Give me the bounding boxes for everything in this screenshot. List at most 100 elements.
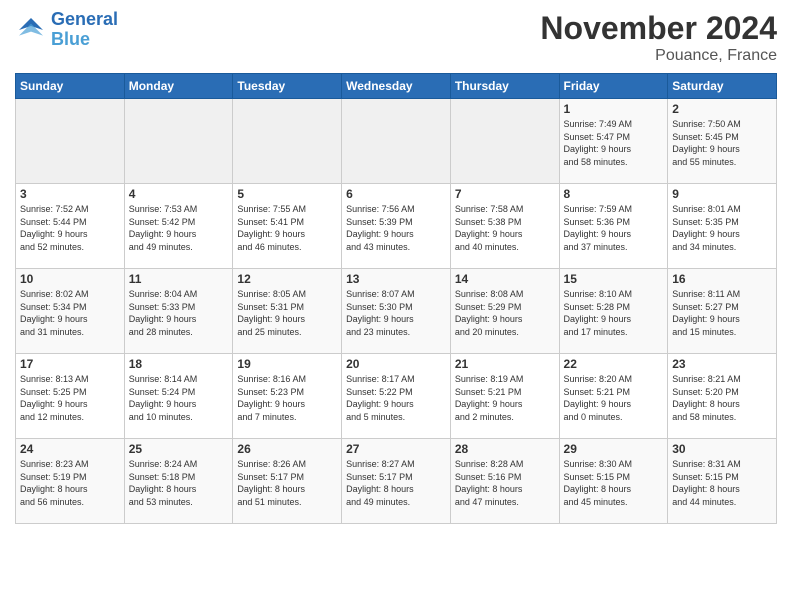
day-info: Sunrise: 8:19 AM Sunset: 5:21 PM Dayligh… [455,373,555,423]
day-info: Sunrise: 7:50 AM Sunset: 5:45 PM Dayligh… [672,118,772,168]
location: Pouance, France [540,47,777,65]
day-number: 23 [672,357,772,371]
day-number: 24 [20,442,120,456]
calendar-cell: 4 Sunrise: 7:53 AM Sunset: 5:42 PM Daylig… [124,184,233,269]
weekday-header-saturday: Saturday [668,74,777,99]
calendar-week-4: 17Sunrise: 8:13 AM Sunset: 5:25 PM Dayli… [16,354,777,439]
day-info: Sunrise: 7:55 AM Sunset: 5:41 PM Dayligh… [237,203,337,253]
day-info: Sunrise: 8:16 AM Sunset: 5:23 PM Dayligh… [237,373,337,423]
calendar-cell: 28 Sunrise: 8:28 AM Sunset: 5:16 PM Dayli… [450,439,559,524]
calendar-cell: 29 Sunrise: 8:30 AM Sunset: 5:15 PM Dayli… [559,439,668,524]
calendar-cell: 20Sunrise: 8:17 AM Sunset: 5:22 PM Dayli… [342,354,451,439]
day-info: Sunrise: 8:27 AM Sunset: 5:17 PM Dayligh… [346,458,446,508]
calendar-cell: 2 Sunrise: 7:50 AM Sunset: 5:45 PM Daylig… [668,99,777,184]
calendar-cell: 26 Sunrise: 8:26 AM Sunset: 5:17 PM Dayli… [233,439,342,524]
day-info: Sunrise: 7:53 AM Sunset: 5:42 PM Dayligh… [129,203,229,253]
day-info: Sunrise: 8:21 AM Sunset: 5:20 PM Dayligh… [672,373,772,423]
day-info: Sunrise: 8:11 AM Sunset: 5:27 PM Dayligh… [672,288,772,338]
day-info: Sunrise: 8:31 AM Sunset: 5:15 PM Dayligh… [672,458,772,508]
calendar-cell: 30 Sunrise: 8:31 AM Sunset: 5:15 PM Dayli… [668,439,777,524]
weekday-header-friday: Friday [559,74,668,99]
calendar-cell: 18Sunrise: 8:14 AM Sunset: 5:24 PM Dayli… [124,354,233,439]
day-info: Sunrise: 8:05 AM Sunset: 5:31 PM Dayligh… [237,288,337,338]
day-number: 14 [455,272,555,286]
calendar-cell: 1 Sunrise: 7:49 AM Sunset: 5:47 PM Daylig… [559,99,668,184]
calendar-cell: 8 Sunrise: 7:59 AM Sunset: 5:36 PM Daylig… [559,184,668,269]
calendar-cell: 27 Sunrise: 8:27 AM Sunset: 5:17 PM Dayli… [342,439,451,524]
day-number: 11 [129,272,229,286]
calendar-cell: 17Sunrise: 8:13 AM Sunset: 5:25 PM Dayli… [16,354,125,439]
day-info: Sunrise: 7:58 AM Sunset: 5:38 PM Dayligh… [455,203,555,253]
calendar-cell: 10 Sunrise: 8:02 AM Sunset: 5:34 PM Dayli… [16,269,125,354]
day-number: 27 [346,442,446,456]
calendar-week-1: 1 Sunrise: 7:49 AM Sunset: 5:47 PM Daylig… [16,99,777,184]
weekday-header-row: SundayMondayTuesdayWednesdayThursdayFrid… [16,74,777,99]
weekday-header-tuesday: Tuesday [233,74,342,99]
day-info: Sunrise: 7:56 AM Sunset: 5:39 PM Dayligh… [346,203,446,253]
day-info: Sunrise: 7:52 AM Sunset: 5:44 PM Dayligh… [20,203,120,253]
day-info: Sunrise: 8:02 AM Sunset: 5:34 PM Dayligh… [20,288,120,338]
day-info: Sunrise: 8:24 AM Sunset: 5:18 PM Dayligh… [129,458,229,508]
day-number: 10 [20,272,120,286]
day-info: Sunrise: 8:26 AM Sunset: 5:17 PM Dayligh… [237,458,337,508]
day-info: Sunrise: 8:08 AM Sunset: 5:29 PM Dayligh… [455,288,555,338]
day-number: 29 [564,442,664,456]
calendar-cell [450,99,559,184]
day-number: 16 [672,272,772,286]
day-info: Sunrise: 7:59 AM Sunset: 5:36 PM Dayligh… [564,203,664,253]
page-container: General Blue November 2024 Pouance, Fran… [0,0,792,534]
calendar-cell [342,99,451,184]
logo-icon [15,14,47,46]
day-info: Sunrise: 8:04 AM Sunset: 5:33 PM Dayligh… [129,288,229,338]
day-number: 8 [564,187,664,201]
calendar-cell [233,99,342,184]
day-info: Sunrise: 8:30 AM Sunset: 5:15 PM Dayligh… [564,458,664,508]
day-number: 30 [672,442,772,456]
day-number: 12 [237,272,337,286]
day-number: 26 [237,442,337,456]
logo-text: General Blue [51,10,118,50]
calendar-cell: 21 Sunrise: 8:19 AM Sunset: 5:21 PM Dayli… [450,354,559,439]
day-info: Sunrise: 8:23 AM Sunset: 5:19 PM Dayligh… [20,458,120,508]
day-number: 13 [346,272,446,286]
day-info: Sunrise: 8:01 AM Sunset: 5:35 PM Dayligh… [672,203,772,253]
calendar-cell: 19 Sunrise: 8:16 AM Sunset: 5:23 PM Dayli… [233,354,342,439]
day-number: 1 [564,102,664,116]
calendar-cell: 3Sunrise: 7:52 AM Sunset: 5:44 PM Daylig… [16,184,125,269]
weekday-header-wednesday: Wednesday [342,74,451,99]
calendar-cell: 12 Sunrise: 8:05 AM Sunset: 5:31 PM Dayli… [233,269,342,354]
day-number: 2 [672,102,772,116]
day-info: Sunrise: 8:17 AM Sunset: 5:22 PM Dayligh… [346,373,446,423]
day-number: 9 [672,187,772,201]
calendar-cell: 15Sunrise: 8:10 AM Sunset: 5:28 PM Dayli… [559,269,668,354]
day-number: 28 [455,442,555,456]
calendar-cell: 14 Sunrise: 8:08 AM Sunset: 5:29 PM Dayli… [450,269,559,354]
day-number: 6 [346,187,446,201]
calendar-table: SundayMondayTuesdayWednesdayThursdayFrid… [15,73,777,524]
day-number: 21 [455,357,555,371]
day-number: 19 [237,357,337,371]
day-info: Sunrise: 7:49 AM Sunset: 5:47 PM Dayligh… [564,118,664,168]
calendar-cell: 25 Sunrise: 8:24 AM Sunset: 5:18 PM Dayli… [124,439,233,524]
day-number: 4 [129,187,229,201]
calendar-week-3: 10 Sunrise: 8:02 AM Sunset: 5:34 PM Dayli… [16,269,777,354]
calendar-cell [16,99,125,184]
day-info: Sunrise: 8:20 AM Sunset: 5:21 PM Dayligh… [564,373,664,423]
day-info: Sunrise: 8:28 AM Sunset: 5:16 PM Dayligh… [455,458,555,508]
day-number: 15 [564,272,664,286]
logo: General Blue [15,10,118,50]
calendar-cell: 22 Sunrise: 8:20 AM Sunset: 5:21 PM Dayli… [559,354,668,439]
calendar-cell: 13Sunrise: 8:07 AM Sunset: 5:30 PM Dayli… [342,269,451,354]
month-title: November 2024 [540,10,777,47]
calendar-cell [124,99,233,184]
weekday-header-thursday: Thursday [450,74,559,99]
day-number: 25 [129,442,229,456]
calendar-cell: 24 Sunrise: 8:23 AM Sunset: 5:19 PM Dayli… [16,439,125,524]
day-info: Sunrise: 8:14 AM Sunset: 5:24 PM Dayligh… [129,373,229,423]
day-number: 22 [564,357,664,371]
calendar-cell: 23 Sunrise: 8:21 AM Sunset: 5:20 PM Dayli… [668,354,777,439]
weekday-header-sunday: Sunday [16,74,125,99]
header: General Blue November 2024 Pouance, Fran… [15,10,777,65]
calendar-week-2: 3Sunrise: 7:52 AM Sunset: 5:44 PM Daylig… [16,184,777,269]
weekday-header-monday: Monday [124,74,233,99]
